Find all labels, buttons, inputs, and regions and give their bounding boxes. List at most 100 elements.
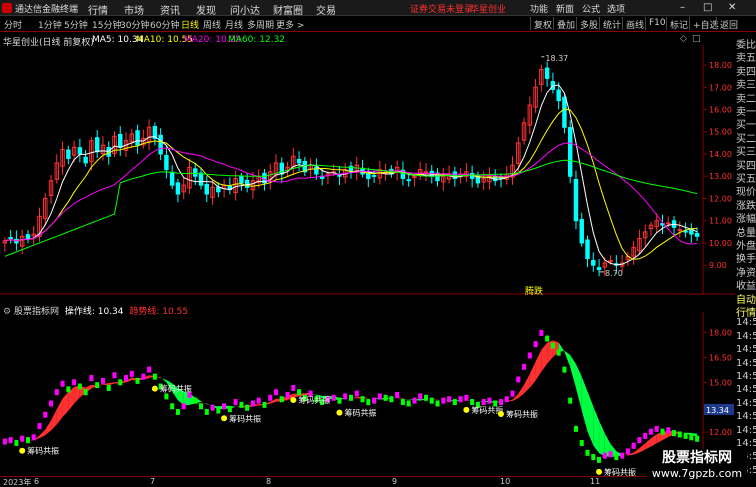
tab-5min[interactable]: 5分钟 — [64, 18, 88, 31]
date-label: 11 — [590, 477, 601, 486]
ma10-line — [4, 108, 698, 260]
candle-body — [567, 127, 573, 177]
quote-panel-label: 14:5 — [736, 357, 756, 369]
tab-weekly[interactable]: 周线 — [203, 18, 221, 31]
multi-stock-button[interactable]: 多股 — [576, 17, 601, 31]
draw-line-button[interactable]: 画线 — [622, 17, 647, 31]
step-bar — [20, 435, 25, 442]
menu-discover[interactable]: 发现 — [196, 2, 216, 17]
main-kline-chart[interactable]: 9.00 10.00 11.00 12.00 13.00 14.00 15.00 16.00 1… — [0, 45, 735, 295]
menu-trade[interactable]: 交易 — [316, 2, 336, 17]
tab-monthly[interactable]: 月线 — [225, 18, 243, 31]
band-segment — [39, 429, 46, 439]
band-segment — [108, 382, 115, 386]
indicator-chart[interactable]: 10.5012.0013.5015.0016.5018.0013.34筹码共振筹… — [0, 312, 735, 476]
tab-intraday[interactable]: 分时 — [4, 18, 22, 31]
tab-1min[interactable]: 1分钟 — [38, 18, 62, 31]
close-window-icon[interactable]: ✕ — [728, 2, 736, 13]
watermark-title: 股票指标网 — [662, 450, 732, 466]
panel-expand-icon[interactable]: □ — [692, 34, 701, 44]
band-segment — [599, 420, 605, 457]
candle-body — [135, 130, 140, 146]
menu-function[interactable]: 功能 — [530, 2, 548, 15]
step-bar — [239, 401, 244, 408]
step-bar — [683, 432, 688, 439]
step-bar — [72, 379, 77, 386]
step-bar — [31, 434, 36, 441]
signal-dot — [290, 396, 297, 403]
quote-panel-label: 14:5 — [736, 344, 756, 356]
step-bar — [331, 394, 336, 401]
step-bar — [124, 375, 129, 382]
y-tick-label: 9.00 — [709, 261, 727, 270]
band-segment — [593, 406, 600, 454]
candle-body — [371, 174, 377, 177]
band-segment — [45, 420, 52, 436]
date-label: 6 — [34, 477, 40, 486]
tab-more[interactable]: 更多 > — [276, 18, 304, 31]
tab-60min[interactable]: 60分钟 — [150, 18, 179, 31]
candle-body — [8, 236, 13, 240]
minimize-icon[interactable]: – — [680, 2, 685, 13]
overlay-button[interactable]: 叠加 — [553, 17, 578, 31]
step-bar — [297, 389, 302, 396]
quote-panel-label: 14:5 — [736, 330, 756, 342]
step-bar — [285, 391, 290, 398]
step-bar — [487, 397, 492, 404]
login-notice[interactable]: 证券交易未登录 — [410, 2, 473, 15]
signal-label: 筹码共振 — [27, 446, 59, 456]
step-bar — [585, 449, 590, 456]
restore-rights-button[interactable]: 复权 — [530, 17, 555, 31]
step-bar — [516, 376, 521, 383]
menu-new-page[interactable]: 新面 — [556, 2, 574, 15]
menu-market-quotes[interactable]: 行情 — [88, 2, 108, 17]
date-axis: 2023年 6 7 8 9 10 11 — [0, 476, 735, 487]
menu-formula[interactable]: 公式 — [582, 2, 600, 15]
step-bar — [556, 349, 561, 356]
step-bar — [291, 384, 296, 391]
band-segment — [564, 350, 571, 368]
candle-body — [193, 168, 198, 177]
band-segment — [633, 448, 640, 455]
step-bar — [8, 437, 13, 444]
step-bar — [279, 396, 284, 403]
back-button[interactable]: 返回 — [716, 17, 741, 31]
tab-15min[interactable]: 15分钟 — [92, 18, 121, 31]
panel-settings-icon[interactable]: ◇ — [680, 34, 687, 44]
y-tick-label: 18.00 — [709, 329, 732, 338]
step-bar — [129, 370, 134, 377]
quote-panel: 委比 卖五 卖四 卖三 卖二 卖一 买一 买二 买三 买四 买五 现价 涨跌 涨幅 总量 外盘 换手 净资 收益 自动… — [735, 36, 756, 487]
menu-ask[interactable]: 问小达 — [230, 2, 260, 17]
tab-30min[interactable]: 30分钟 — [120, 18, 149, 31]
step-bar — [377, 393, 382, 400]
step-bar — [389, 396, 394, 403]
candle-body — [591, 259, 596, 266]
step-bar — [504, 396, 509, 403]
menu-options[interactable]: 选项 — [607, 2, 625, 15]
step-bar — [579, 439, 584, 446]
step-bar — [429, 397, 434, 404]
statistics-button[interactable]: 统计 — [599, 17, 624, 31]
y-tick-label: 16.00 — [709, 106, 732, 115]
step-bar — [452, 399, 457, 406]
step-bar — [597, 456, 602, 463]
band-segment — [575, 364, 582, 411]
menu-news[interactable]: 资讯 — [160, 2, 180, 17]
menu-market[interactable]: 市场 — [124, 2, 144, 17]
step-bar — [470, 399, 475, 406]
maximize-icon[interactable]: □ — [703, 2, 712, 13]
candle-body — [677, 229, 683, 232]
step-bar — [573, 425, 578, 432]
step-bar — [95, 382, 100, 389]
step-bar — [550, 342, 555, 349]
tab-multi-period[interactable]: 多周期 — [247, 18, 274, 31]
step-bar — [337, 397, 342, 404]
step-bar — [204, 408, 209, 415]
step-bar — [152, 373, 157, 380]
mark-button[interactable]: 标记 — [666, 17, 691, 31]
step-bar — [227, 406, 232, 413]
step-bar — [383, 394, 388, 401]
menu-wealth[interactable]: 财富圈 — [273, 2, 303, 17]
signal-label: 筹码共振 — [229, 413, 261, 423]
tab-daily[interactable]: 日线 — [181, 18, 199, 31]
